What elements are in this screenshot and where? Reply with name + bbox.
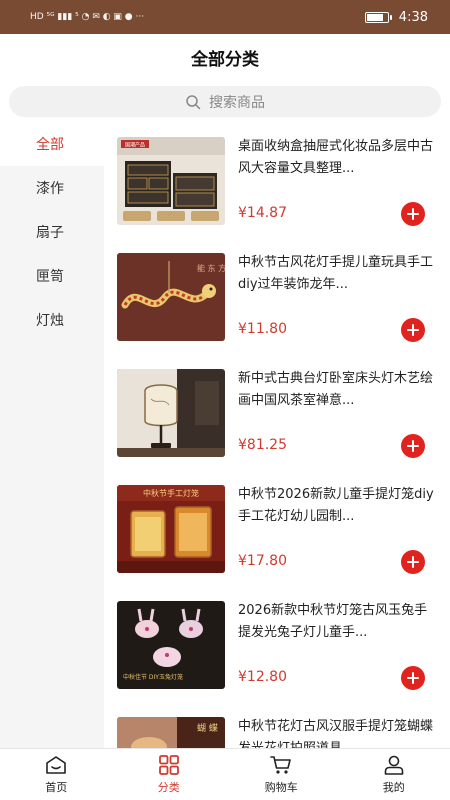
product-title[interactable]: 中秋节花灯古风汉服手提灯笼蝴蝶发光花灯拍照道具... [238,716,434,748]
tab-label: 分类 [157,781,180,794]
image-label: 国潮产品 [125,142,145,149]
category-item-boxes[interactable]: 匣笥 [0,254,104,298]
add-to-cart-button[interactable] [401,550,425,574]
image-label: 能 东 方 [197,263,225,273]
tab-label: 首页 [45,781,68,794]
bottom-tab-bar: 首页 分类 购物车 我的 [0,748,450,800]
status-icons: HD ⁵ᴳ ▮▮▮ ⁵ ◔ ✉ ◐ ▣ ● ··· [30,12,144,22]
category-sidebar: 全部 漆作 扇子 匣笥 灯烛 [0,122,104,748]
add-to-cart-button[interactable] [401,202,425,226]
category-icon [158,755,179,775]
image-label: 中秋佳节 DIY玉兔灯笼 [123,673,183,681]
battery-level [366,13,384,21]
page-title: 全部分类 [191,49,259,70]
search-icon [186,94,201,109]
product-title[interactable]: 2026新款中秋节灯笼古风玉兔手提发光兔子灯儿童手... [238,600,434,644]
product-item[interactable]: 蝴 蝶 中秋节花灯古风汉服手提灯笼蝴蝶发光花灯拍照道具... [104,702,450,748]
battery-icon [364,11,392,23]
drawer-box-image: 国潮产品 [117,137,225,225]
product-price: ¥81.25 [238,437,287,453]
tab-label: 购物车 [264,781,298,794]
tab-home[interactable]: 首页 [0,749,113,800]
dragon-lantern-image: 能 东 方 [117,253,225,341]
product-item[interactable]: 中秋佳节 DIY玉兔灯笼 2026新款中秋节灯笼古风玉兔手提发光兔子灯儿童手..… [104,586,450,702]
search-input[interactable]: 搜索商品 [209,92,265,112]
category-item-fans[interactable]: 扇子 [0,210,104,254]
header: 全部分类 [0,34,450,80]
category-item-lanterns[interactable]: 灯烛 [0,298,104,342]
product-title[interactable]: 桌面收纳盒抽屉式化妆品多层中古风大容量文具整理... [238,136,434,180]
lantern-image: 中秋节手工灯笼 [117,485,225,573]
status-bar: HD ⁵ᴳ ▮▮▮ ⁵ ◔ ✉ ◐ ▣ ● ··· 4:38 [0,0,450,34]
tab-cart[interactable]: 购物车 [225,749,338,800]
tab-label: 我的 [382,781,405,794]
table-lamp-image [117,369,225,457]
search-bar[interactable]: 搜索商品 [9,86,441,117]
product-price: ¥17.80 [238,553,287,569]
tab-category[interactable]: 分类 [113,749,226,800]
product-item[interactable]: 新中式古典台灯卧室床头灯木艺绘画中国风茶室禅意... ¥81.25 [104,354,450,470]
add-to-cart-button[interactable] [401,666,425,690]
product-price: ¥12.80 [238,669,287,685]
butterfly-lantern-image: 蝴 蝶 [117,717,225,748]
cart-icon [270,756,292,774]
tab-mine[interactable]: 我的 [338,749,450,800]
product-price: ¥11.80 [238,321,287,337]
add-to-cart-button[interactable] [401,318,425,342]
status-icons-text: HD ⁵ᴳ ▮▮▮ ⁵ ◔ ✉ ◐ ▣ ● ··· [30,12,145,22]
product-price: ¥14.87 [238,205,287,221]
category-item-lacquer[interactable]: 漆作 [0,166,104,210]
product-item[interactable]: 能 东 方 中秋节古风花灯手提儿童玩具手工diy过年装饰龙年... ¥11.80 [104,238,450,354]
product-title[interactable]: 新中式古典台灯卧室床头灯木艺绘画中国风茶室禅意... [238,368,434,412]
product-item[interactable]: 中秋节手工灯笼 中秋节2026新款儿童手提灯笼diy手工花灯幼儿园制... ¥1… [104,470,450,586]
status-time: 4:38 [398,9,428,25]
product-list: 国潮产品 桌面收纳盒抽屉式化妆品多层中古风大容量文具整理... ¥14.87 能… [104,122,450,748]
image-label: 蝴 蝶 [197,722,218,734]
user-icon [384,755,404,775]
rabbit-lantern-image: 中秋佳节 DIY玉兔灯笼 [117,601,225,689]
product-item[interactable]: 国潮产品 桌面收纳盒抽屉式化妆品多层中古风大容量文具整理... ¥14.87 [104,122,450,238]
category-item-all[interactable]: 全部 [0,122,104,166]
product-title[interactable]: 中秋节2026新款儿童手提灯笼diy手工花灯幼儿园制... [238,484,434,528]
add-to-cart-button[interactable] [401,434,425,458]
image-label: 中秋节手工灯笼 [143,488,199,498]
product-title[interactable]: 中秋节古风花灯手提儿童玩具手工diy过年装饰龙年... [238,252,434,296]
home-icon [46,756,67,774]
